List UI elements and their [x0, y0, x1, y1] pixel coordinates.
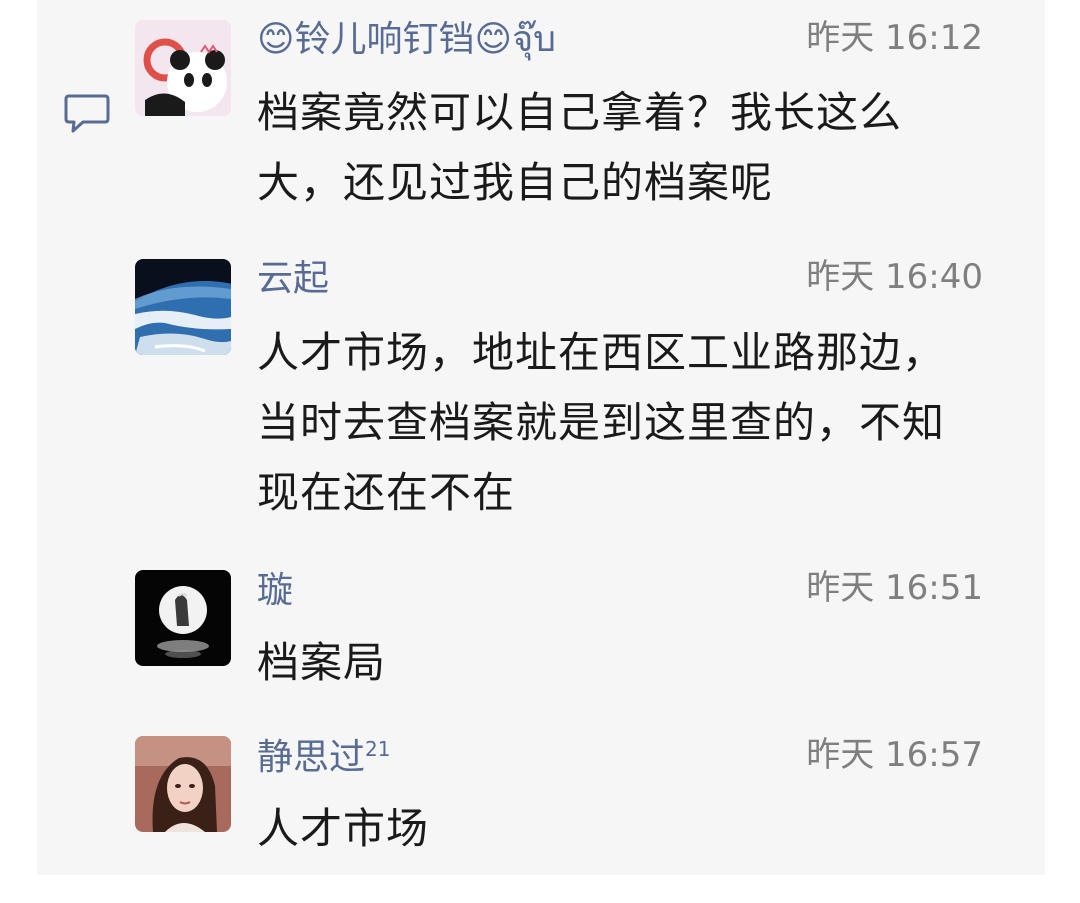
- smile-emoji-icon: 😊: [474, 19, 513, 60]
- user-name-text: 静思过: [257, 737, 366, 778]
- comment-user-name[interactable]: 璇: [257, 569, 293, 613]
- smile-emoji-icon: 😊: [257, 19, 295, 60]
- panda-avatar-icon[interactable]: [135, 20, 231, 116]
- portrait-avatar-icon[interactable]: [135, 736, 231, 832]
- comment-time: 昨天 16:57: [806, 735, 983, 775]
- comment-text: 人才市场: [257, 804, 430, 853]
- moon-avatar-icon[interactable]: [135, 570, 231, 666]
- user-name-suffix: จุ๊บ: [512, 19, 557, 60]
- comment-user-name[interactable]: 静思过21: [257, 736, 390, 780]
- comment-time: 昨天 16:12: [806, 18, 983, 58]
- comment-text: 档案竟然可以自己拿着？我长这么大，还见过我自己的档案呢: [257, 88, 903, 207]
- comment-bubble-icon[interactable]: [63, 93, 111, 135]
- user-level-badge: 21: [365, 737, 391, 761]
- comment-time: 昨天 16:51: [806, 568, 983, 608]
- comment-user-name[interactable]: 云起: [257, 257, 329, 301]
- comment-text: 人才市场，地址在西区工业路那边，当时去查档案就是到这里查的，不知现在还在不在: [257, 328, 946, 517]
- user-name-text: 铃儿响钉铛: [294, 19, 475, 60]
- comment-time: 昨天 16:40: [806, 257, 983, 297]
- comment-text: 档案局: [257, 638, 387, 687]
- earth-avatar-icon[interactable]: [135, 259, 231, 355]
- comment-user-name[interactable]: 😊铃儿响钉铛😊จุ๊บ: [257, 18, 556, 62]
